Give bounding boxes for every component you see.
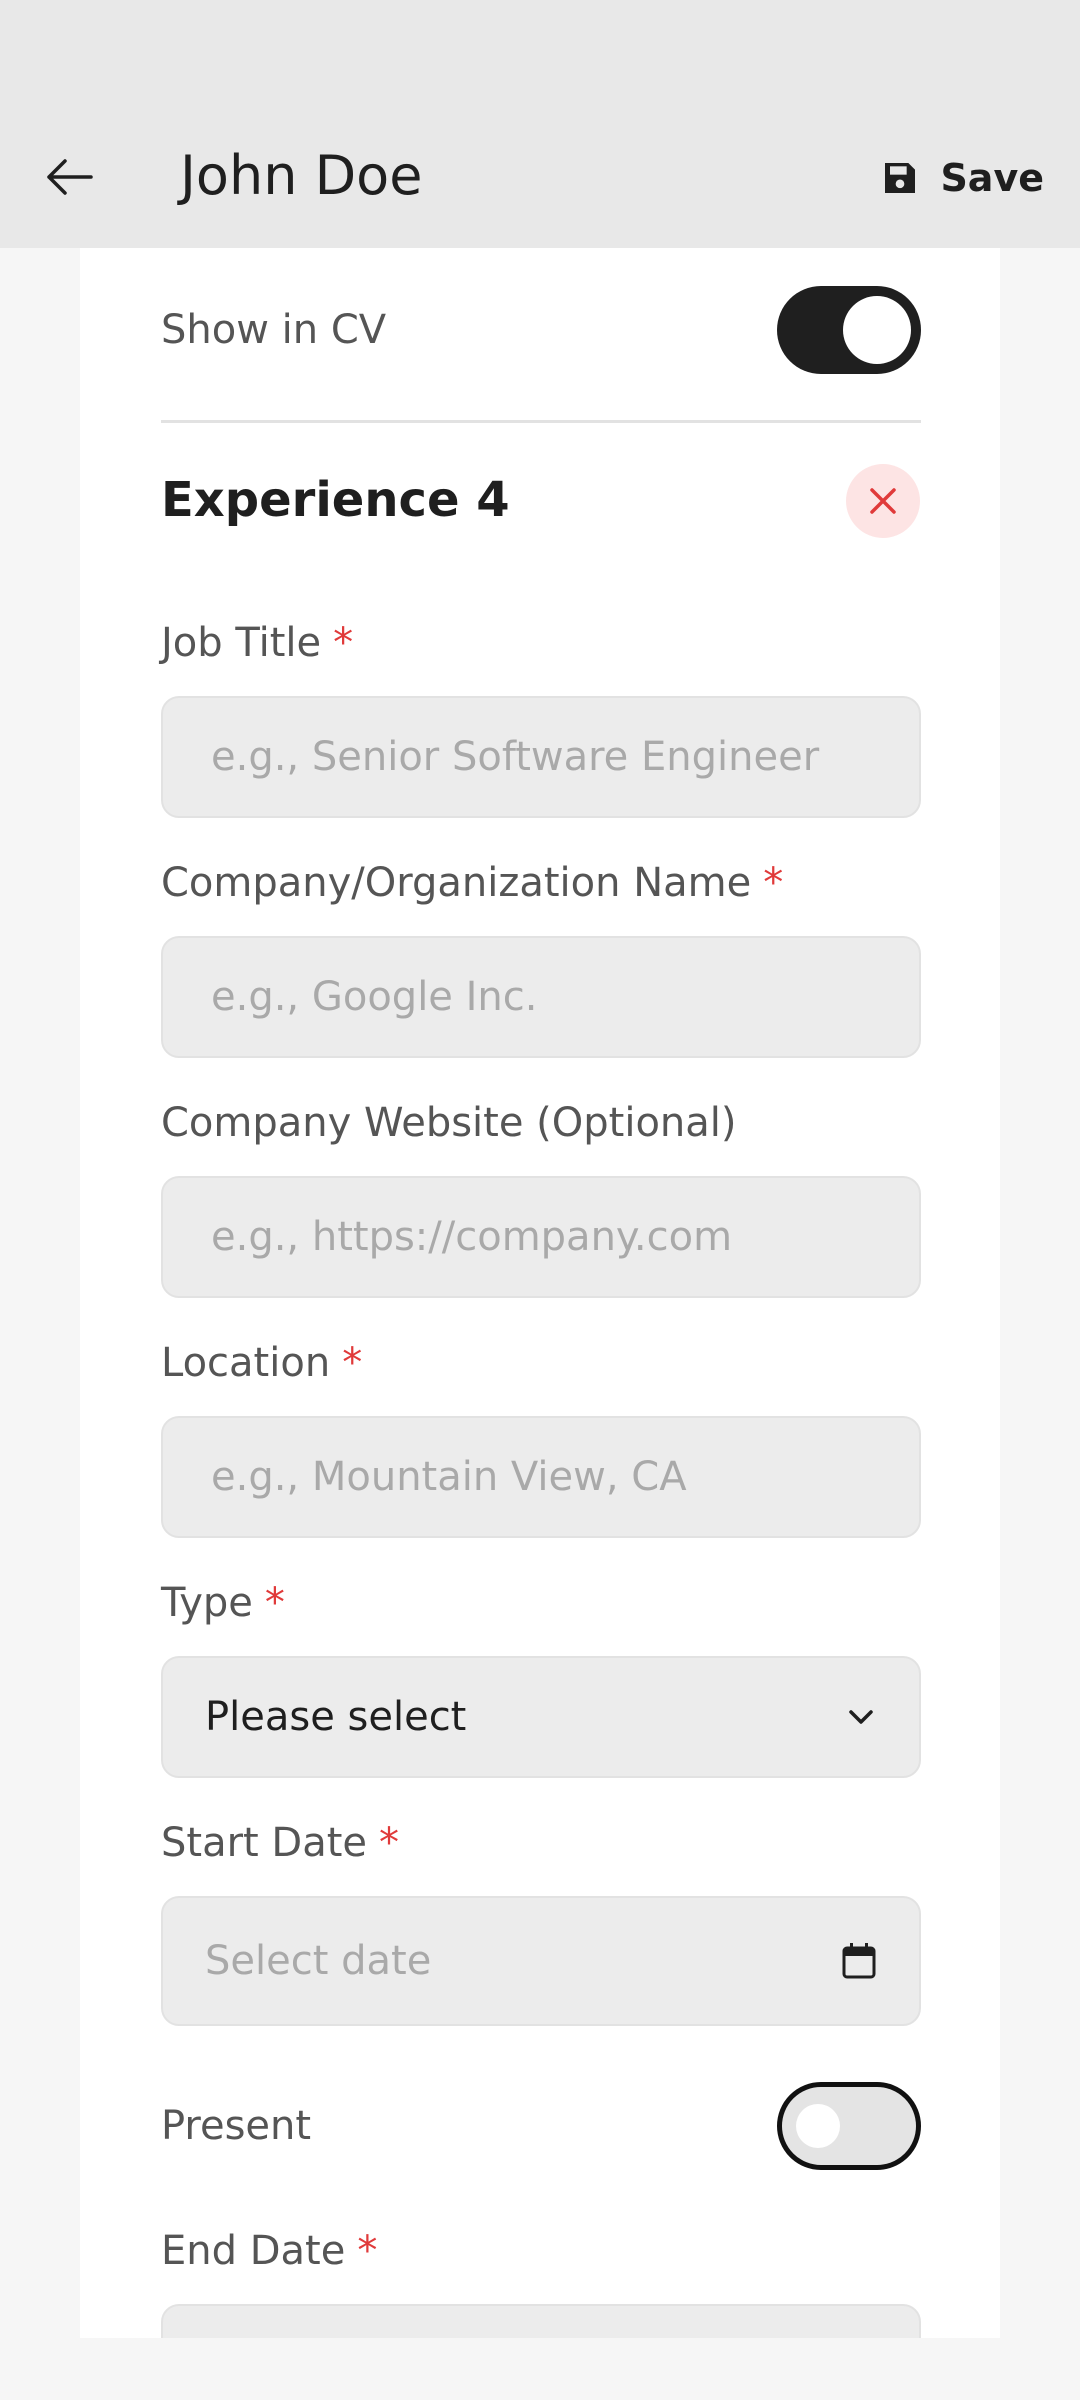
website-label: Company Website (Optional) xyxy=(161,1100,737,1146)
job-title-field[interactable] xyxy=(161,696,921,818)
required-marker: * xyxy=(264,1580,285,1626)
required-marker: * xyxy=(379,1820,400,1866)
save-button-label: Save xyxy=(940,156,1044,200)
website-field[interactable] xyxy=(161,1176,921,1298)
location-label: Location * xyxy=(161,1340,362,1386)
job-title-label: Job Title * xyxy=(161,620,353,666)
section-title: Experience 4 xyxy=(161,472,510,528)
start-date-label: Start Date * xyxy=(161,1820,399,1866)
type-select[interactable]: Please select xyxy=(161,1656,921,1778)
required-marker: * xyxy=(357,2228,378,2274)
end-date-label-text: End Date xyxy=(161,2228,346,2274)
remove-experience-button[interactable] xyxy=(846,464,920,538)
location-field[interactable] xyxy=(161,1416,921,1538)
page-title: John Doe xyxy=(180,144,423,207)
end-date-picker[interactable] xyxy=(161,2304,921,2338)
calendar-icon[interactable] xyxy=(841,1942,877,1980)
present-row: Present xyxy=(161,2082,921,2170)
type-label-text: Type xyxy=(161,1580,253,1626)
close-icon xyxy=(870,488,896,514)
show-in-cv-row: Show in CV xyxy=(161,286,921,374)
company-label: Company/Organization Name * xyxy=(161,860,783,906)
show-in-cv-toggle[interactable] xyxy=(777,286,921,374)
website-label-text: Company Website (Optional) xyxy=(161,1100,737,1146)
company-input[interactable] xyxy=(211,974,871,1020)
job-title-input[interactable] xyxy=(211,734,871,780)
show-in-cv-label: Show in CV xyxy=(161,307,387,353)
end-date-label: End Date * xyxy=(161,2228,377,2274)
start-date-placeholder: Select date xyxy=(205,1938,432,1984)
app-bar: John Doe Save xyxy=(0,0,1080,248)
company-field[interactable] xyxy=(161,936,921,1058)
chevron-down-icon xyxy=(849,1710,873,1724)
type-label: Type * xyxy=(161,1580,285,1626)
present-toggle[interactable] xyxy=(777,2082,921,2170)
location-label-text: Location xyxy=(161,1340,331,1386)
company-label-text: Company/Organization Name xyxy=(161,860,752,906)
required-marker: * xyxy=(333,620,354,666)
divider xyxy=(161,420,921,423)
back-button[interactable] xyxy=(34,142,104,212)
present-label: Present xyxy=(161,2103,312,2149)
job-title-label-text: Job Title xyxy=(161,620,322,666)
toggle-knob xyxy=(796,2104,840,2148)
experience-form-card: Show in CV Experience 4 Job Title* Compa… xyxy=(80,248,1000,2338)
website-input[interactable] xyxy=(211,1214,871,1260)
end-date-field[interactable] xyxy=(161,2304,921,2338)
required-marker: * xyxy=(763,860,784,906)
type-select-value: Please select xyxy=(205,1694,467,1740)
start-date-picker[interactable]: Select date xyxy=(161,1896,921,2026)
toggle-knob xyxy=(843,296,911,364)
start-date-label-text: Start Date xyxy=(161,1820,368,1866)
floppy-disk-icon xyxy=(885,163,916,193)
required-marker: * xyxy=(342,1340,363,1386)
location-input[interactable] xyxy=(211,1454,871,1500)
arrow-left-icon xyxy=(47,159,93,195)
save-button[interactable]: Save xyxy=(880,148,1044,208)
